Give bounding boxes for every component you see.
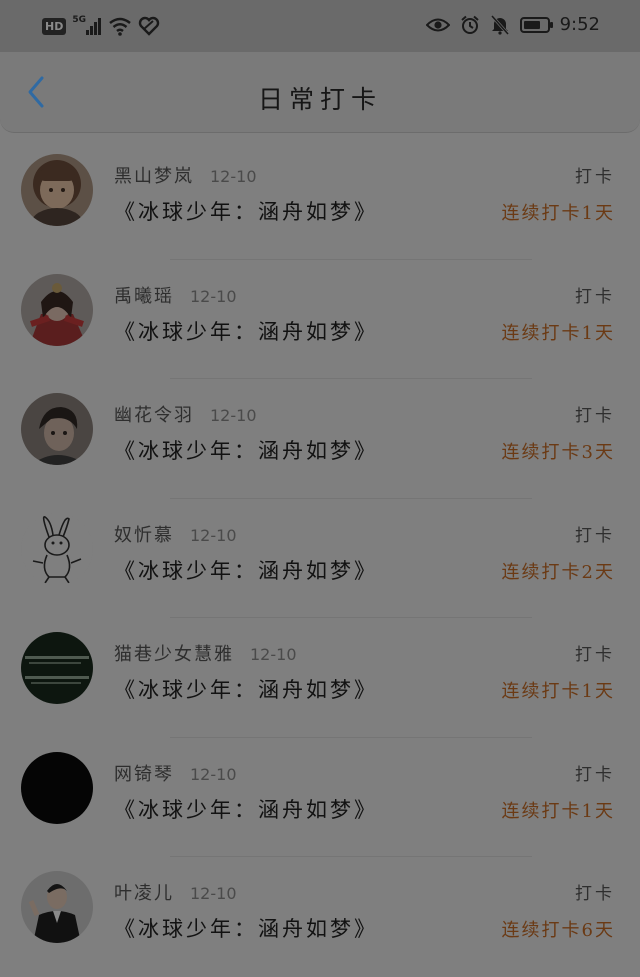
checkin-button[interactable]: 打卡: [575, 162, 615, 187]
streak-label: 连续打卡1天: [501, 322, 615, 344]
avatar-costume-photo: [21, 273, 93, 346]
avatar[interactable]: [21, 512, 93, 585]
book-title: 《冰球少年：涵舟如梦》: [114, 319, 378, 344]
streak-label: 连续打卡2天: [501, 561, 615, 583]
checkin-date: 12-10: [190, 764, 237, 784]
book-title: 《冰球少年：涵舟如梦》: [114, 797, 378, 822]
checkin-date: 12-10: [210, 167, 257, 186]
avatar-girl-photo: [21, 154, 93, 226]
checkin-date: 12-10: [190, 286, 237, 306]
book-title: 《冰球少年：涵舟如梦》: [114, 439, 378, 463]
checkin-list: 黑山梦岚 12-10 《冰球少年：涵舟如梦》 打卡 连续打卡1天 禹曦瑶 12-10…: [0, 140, 640, 977]
checkin-button[interactable]: 打卡: [575, 282, 615, 307]
status-bar: HD 5G 9:52: [0, 0, 640, 52]
status-left: HD 5G: [42, 15, 160, 36]
user-name: 网锜琴 12-10: [114, 763, 237, 785]
streak-label: 连续打卡3天: [501, 442, 615, 463]
checkin-button[interactable]: 打卡: [575, 879, 615, 904]
user-name: 猫巷少女慧雅 12-10: [114, 644, 297, 665]
checkin-item[interactable]: 奴忻慕 12-10 《冰球少年：涵舟如梦》 打卡 连续打卡2天: [0, 499, 640, 618]
checkin-item[interactable]: 禹曦瑶 12-10 《冰球少年：涵舟如梦》 打卡 连续打卡1天: [0, 260, 640, 379]
checkin-button[interactable]: 打卡: [575, 401, 615, 426]
avatar-rabbit-sketch: [21, 512, 93, 585]
book-title: 《冰球少年：涵舟如梦》: [114, 678, 378, 702]
book-title: 《冰球少年：涵舟如梦》: [114, 917, 378, 941]
streak-label: 连续打卡1天: [501, 681, 615, 702]
streak-label: 连续打卡6天: [501, 920, 615, 941]
avatar[interactable]: [21, 273, 93, 346]
checkin-date: 12-10: [250, 645, 297, 664]
page-title: 日常打卡: [257, 85, 382, 114]
book-title: 《冰球少年：涵舟如梦》: [114, 558, 378, 583]
streak-label: 连续打卡1天: [501, 203, 615, 224]
checkin-date: 12-10: [210, 406, 257, 425]
user-name: 幽花令羽 12-10: [114, 405, 257, 426]
avatar[interactable]: [21, 154, 93, 226]
eye-icon: [425, 18, 450, 31]
user-name: 叶凌儿 12-10: [114, 883, 237, 904]
user-name: 禹曦瑶 12-10: [114, 285, 237, 307]
alarm-icon: [460, 15, 479, 34]
clock: 9:52: [559, 14, 600, 35]
wifi-icon: [109, 17, 132, 36]
checkin-button[interactable]: 打卡: [575, 760, 615, 785]
avatar[interactable]: [21, 393, 93, 465]
avatar-black-circle: [21, 751, 93, 824]
avatar[interactable]: [21, 871, 93, 943]
book-title: 《冰球少年：涵舟如梦》: [114, 200, 378, 224]
heart-icon: [139, 16, 160, 36]
checkin-button[interactable]: 打卡: [575, 640, 615, 665]
streak-label: 连续打卡1天: [501, 800, 615, 822]
avatar[interactable]: [21, 751, 93, 824]
mute-icon: [490, 14, 509, 35]
battery-icon: [519, 16, 553, 33]
signal-icon: 5G: [72, 15, 102, 35]
checkin-item[interactable]: 猫巷少女慧雅 12-10 《冰球少年：涵舟如梦》 打卡 连续打卡1天: [0, 618, 640, 738]
checkin-item[interactable]: 网锜琴 12-10 《冰球少年：涵舟如梦》 打卡 连续打卡1天: [0, 738, 640, 857]
avatar-boy-photo: [21, 393, 93, 465]
checkin-date: 12-10: [190, 525, 237, 545]
network-label: 5G: [72, 15, 86, 25]
avatar-suit-photo: [21, 871, 93, 943]
app-header: 日常打卡: [0, 52, 640, 133]
hd-icon: HD: [42, 17, 67, 35]
checkin-item[interactable]: 幽花令羽 12-10 《冰球少年：涵舟如梦》 打卡 连续打卡3天: [0, 379, 640, 499]
user-name: 奴忻慕 12-10: [114, 524, 237, 546]
status-right: 9:52: [425, 14, 600, 35]
user-name: 黑山梦岚 12-10: [114, 166, 257, 187]
checkin-date: 12-10: [190, 884, 237, 903]
checkin-button[interactable]: 打卡: [575, 521, 615, 546]
checkin-item[interactable]: 叶凌儿 12-10 《冰球少年：涵舟如梦》 打卡 连续打卡6天: [0, 857, 640, 977]
avatar[interactable]: [21, 632, 93, 704]
avatar-text-card: [21, 632, 93, 704]
checkin-item[interactable]: 黑山梦岚 12-10 《冰球少年：涵舟如梦》 打卡 连续打卡1天: [0, 140, 640, 260]
